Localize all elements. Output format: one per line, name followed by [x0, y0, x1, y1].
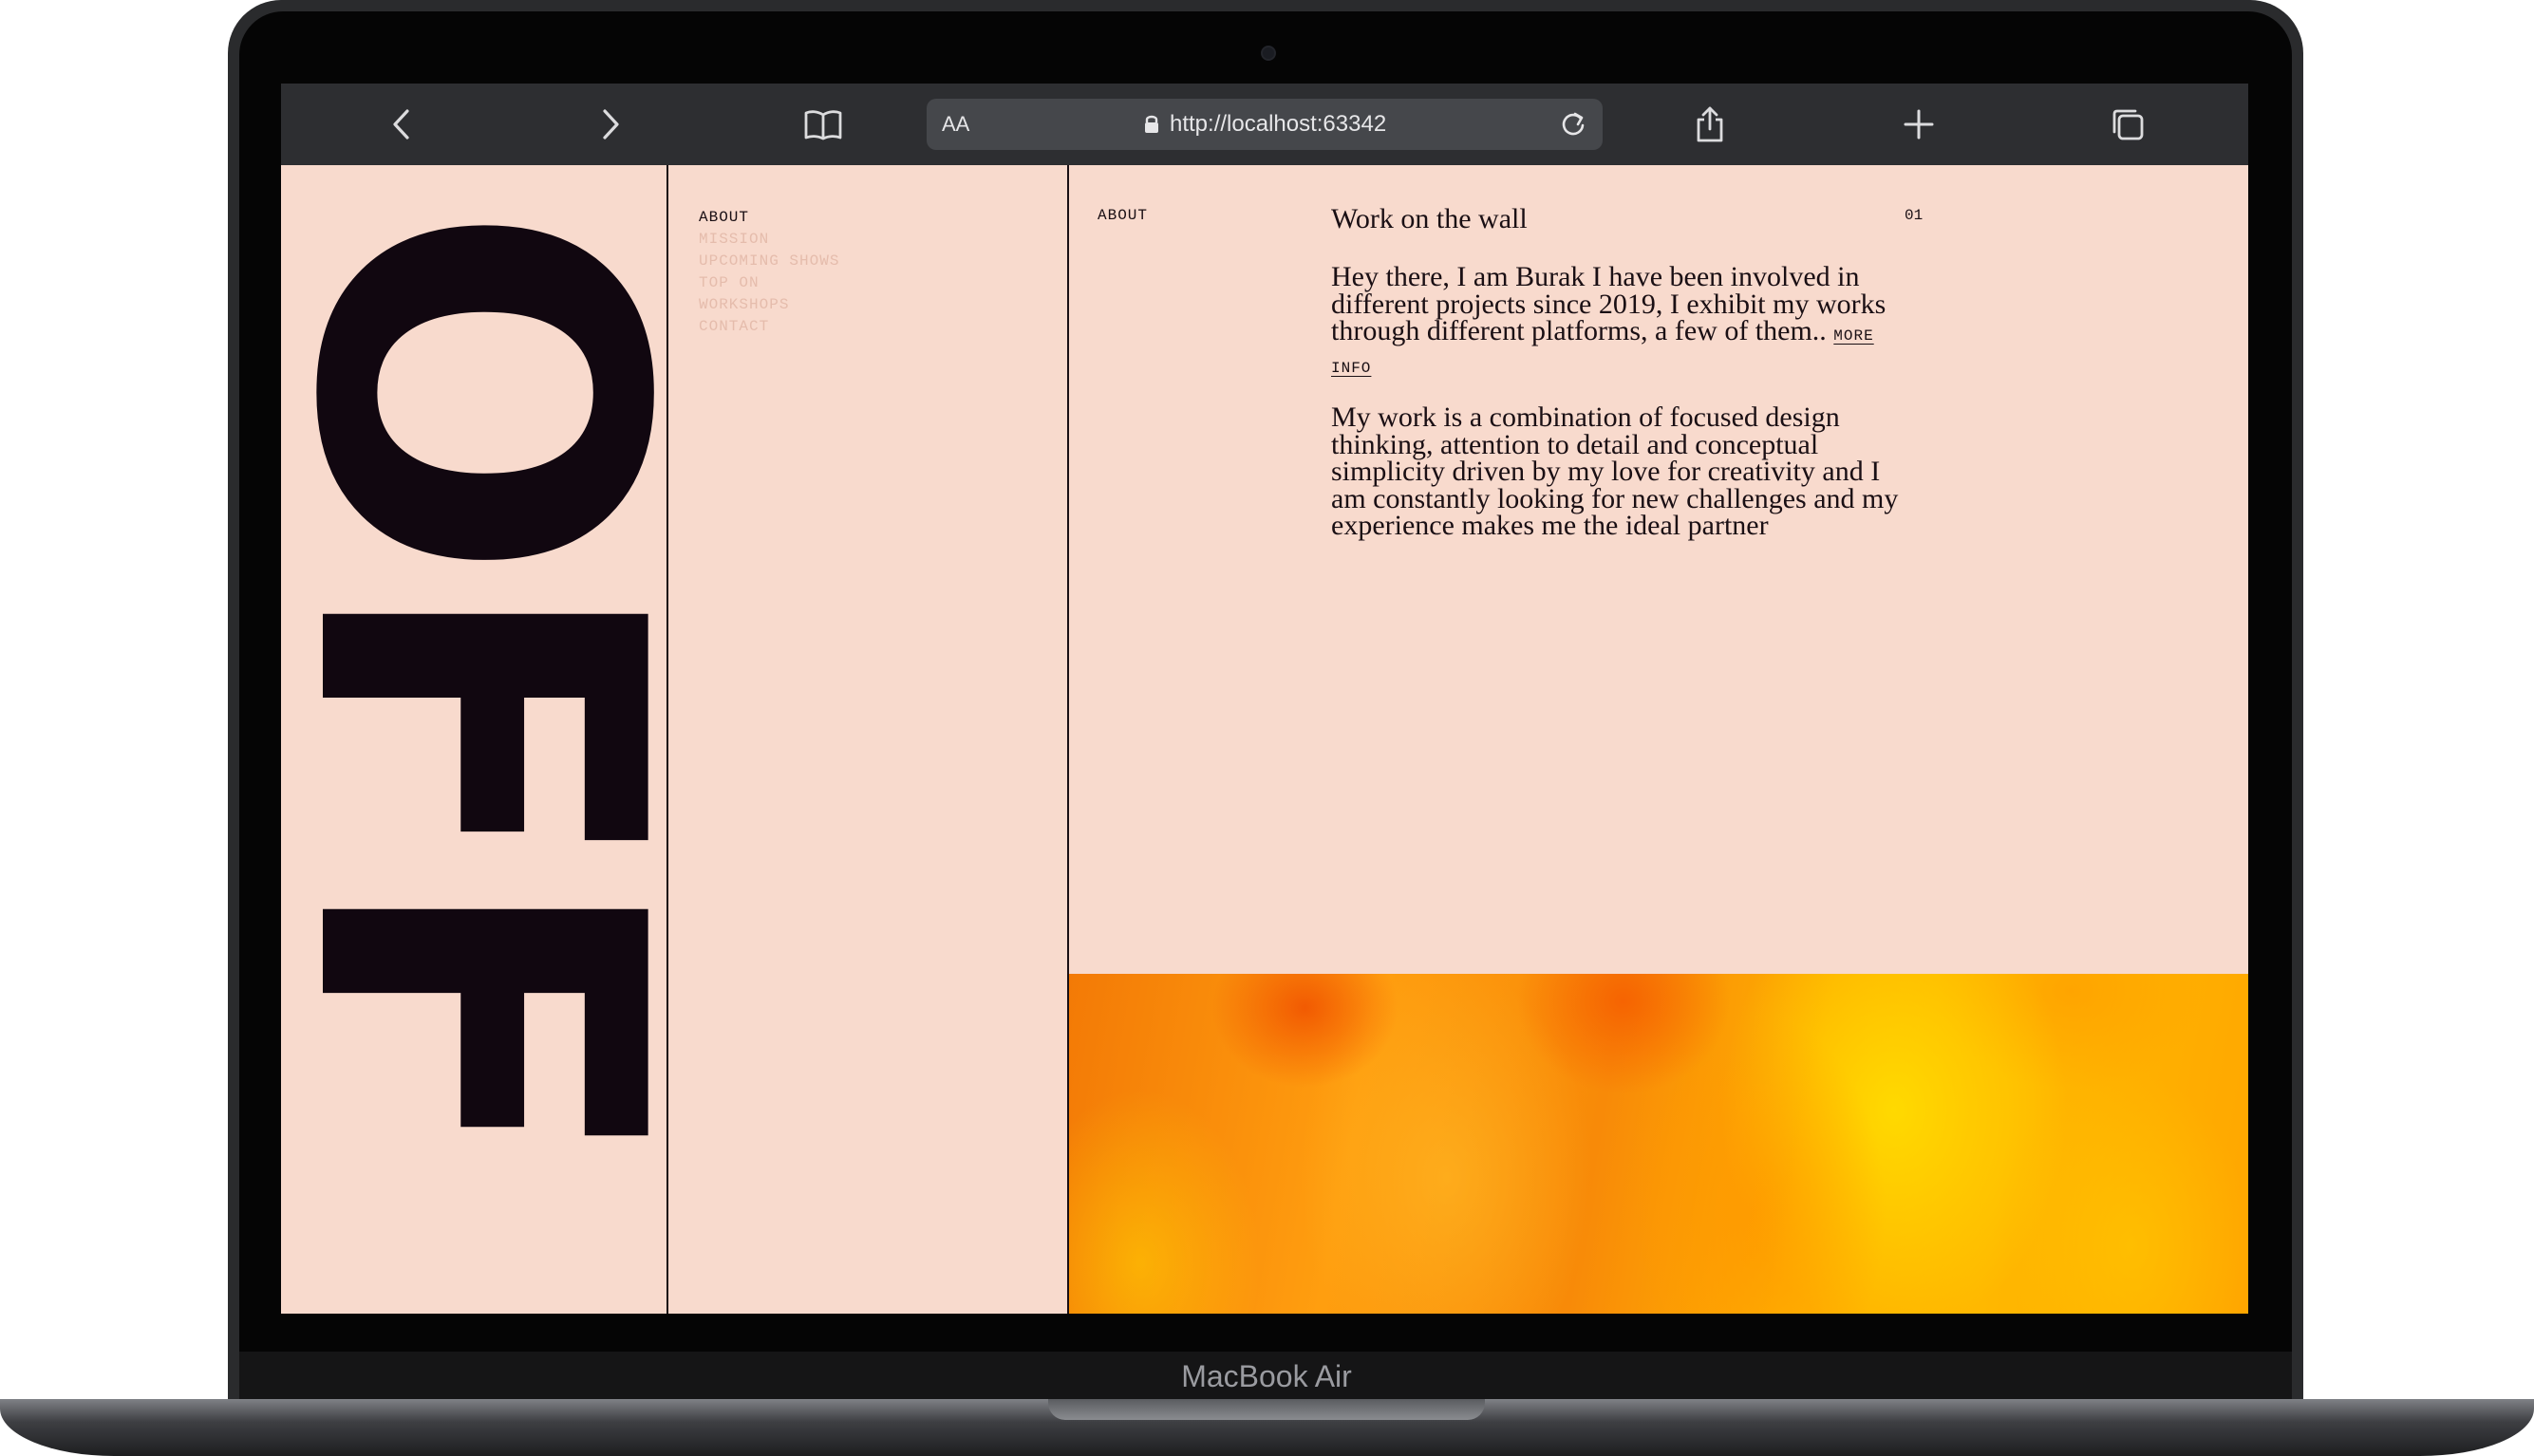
section-number: 01: [1905, 207, 1924, 224]
share-icon: [1697, 106, 1723, 142]
reload-icon[interactable]: [1559, 110, 1587, 139]
browser-toolbar: AA http://localhost:63342: [281, 84, 2248, 165]
plus-icon: [1904, 109, 1934, 140]
forward-button[interactable]: [587, 101, 634, 148]
screen: AA http://localhost:63342 OFF ABOUT MISS…: [281, 84, 2248, 1314]
nav-item-contact[interactable]: CONTACT: [699, 316, 946, 338]
nav-item-top-on[interactable]: TOP ON: [699, 272, 946, 294]
section-heading: Work on the wall: [1331, 203, 1528, 234]
chevron-right-icon: [603, 109, 619, 140]
nav-item-workshops[interactable]: WORKSHOPS: [699, 294, 946, 316]
lock-icon: [1145, 115, 1158, 133]
tabs-icon: [2112, 109, 2144, 140]
new-tab-button[interactable]: [1895, 101, 1943, 148]
web-page: OFF ABOUT MISSION UPCOMING SHOWS TOP ON …: [281, 165, 2248, 1314]
intro-text: Hey there, I am Burak I have been involv…: [1331, 261, 1886, 346]
url-text: http://localhost:63342: [1170, 111, 1387, 137]
device-brand-label: MacBook Air: [1181, 1359, 1352, 1393]
column-divider-left: [666, 165, 668, 1314]
logo-text: OFF: [281, 203, 666, 1164]
chevron-left-icon: [393, 109, 409, 140]
text-size-button[interactable]: AA: [942, 99, 969, 150]
nav-item-mission[interactable]: MISSION: [699, 229, 946, 251]
back-button[interactable]: [378, 101, 425, 148]
nav-item-upcoming-shows[interactable]: UPCOMING SHOWS: [699, 251, 946, 272]
nav-item-about[interactable]: ABOUT: [699, 207, 946, 229]
intro-paragraph: Hey there, I am Burak I have been involv…: [1331, 261, 1901, 382]
laptop-hinge-notch: [1048, 1399, 1485, 1420]
address-bar[interactable]: AA http://localhost:63342: [927, 99, 1603, 150]
site-logo[interactable]: OFF: [281, 165, 666, 1314]
fire-image: [1069, 974, 2248, 1314]
main-nav: ABOUT MISSION UPCOMING SHOWS TOP ON WORK…: [699, 207, 946, 338]
section-label: ABOUT: [1098, 207, 1149, 224]
camera-icon: [1261, 46, 1276, 61]
book-icon: [804, 110, 842, 140]
work-paragraph: My work is a combination of focused desi…: [1331, 401, 1899, 541]
tabs-button[interactable]: [2104, 101, 2151, 148]
share-button[interactable]: [1686, 101, 1734, 148]
bookmarks-button[interactable]: [799, 101, 847, 148]
